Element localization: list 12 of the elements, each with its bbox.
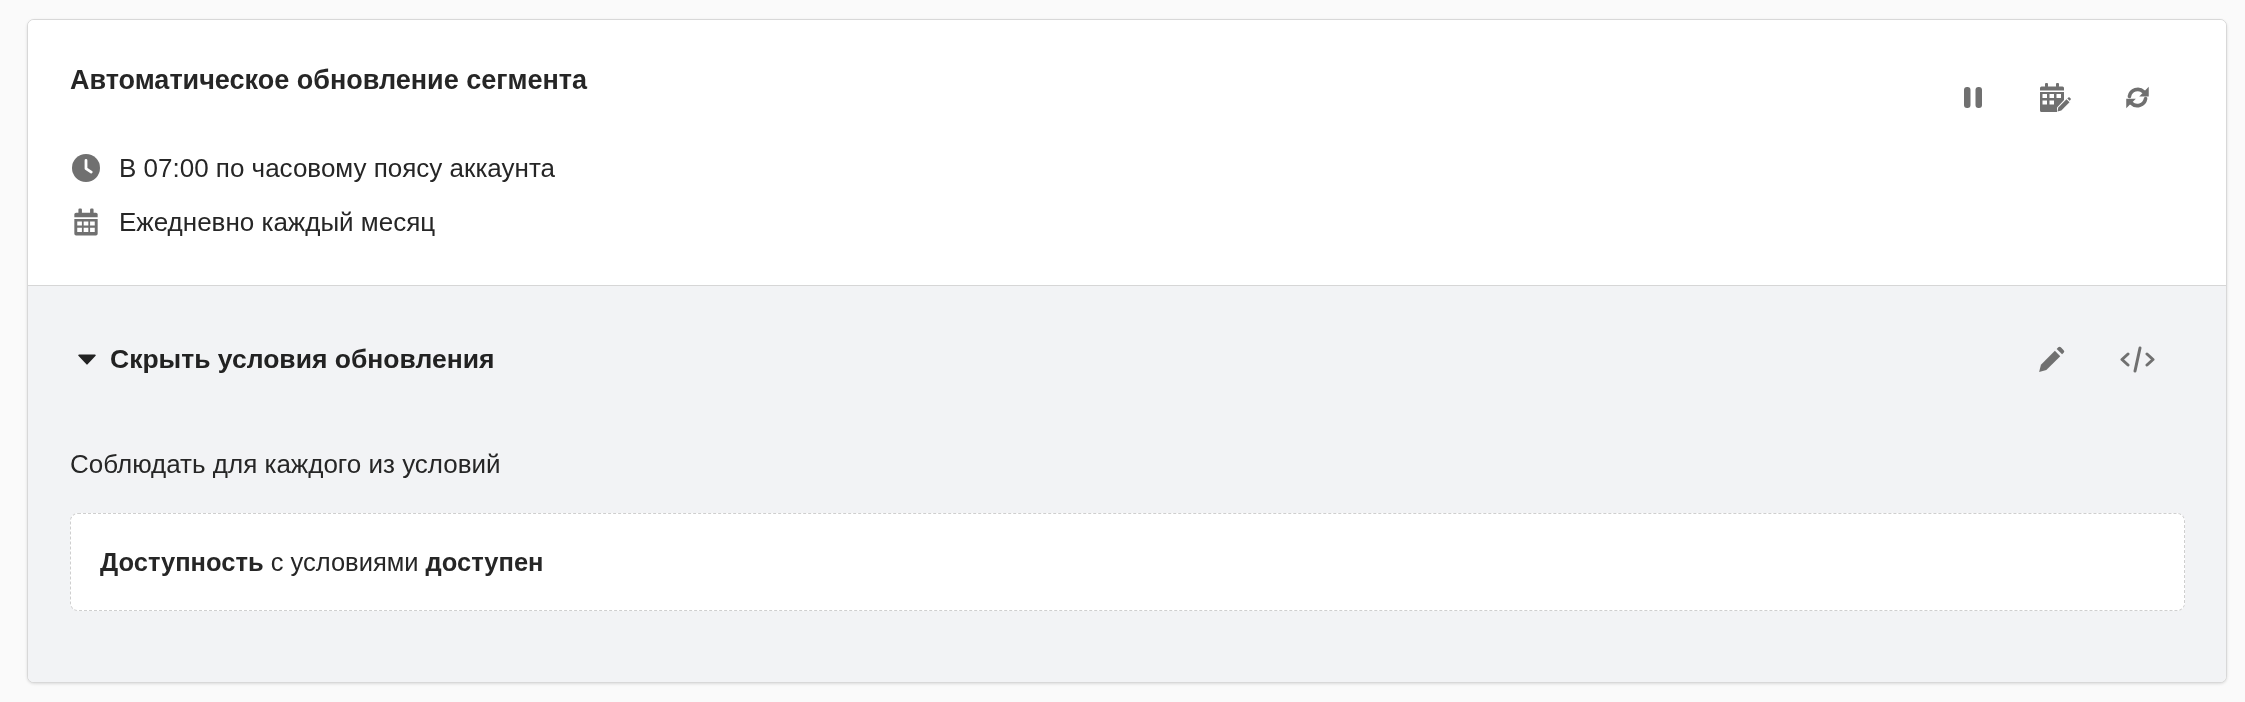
schedule-text: В 07:00 по часовому поясу аккаунта	[119, 152, 555, 184]
clock-icon	[72, 154, 100, 182]
card-title: Автоматическое обновление сегмента	[70, 64, 587, 96]
schedule-text: Ежедневно каждый месяц	[119, 206, 436, 238]
code-icon	[2119, 345, 2155, 373]
pencil-icon	[2037, 345, 2065, 373]
condition-text: Доступность с условиями доступен	[100, 547, 544, 578]
pause-icon	[1964, 86, 1982, 108]
rule-mode-text: Соблюдать для каждого из условий	[70, 449, 501, 479]
calendar-pencil-icon	[2039, 82, 2071, 112]
calendar-icon	[72, 208, 100, 236]
hide-conditions-toggle[interactable]: Скрыть условия обновления	[70, 337, 503, 381]
